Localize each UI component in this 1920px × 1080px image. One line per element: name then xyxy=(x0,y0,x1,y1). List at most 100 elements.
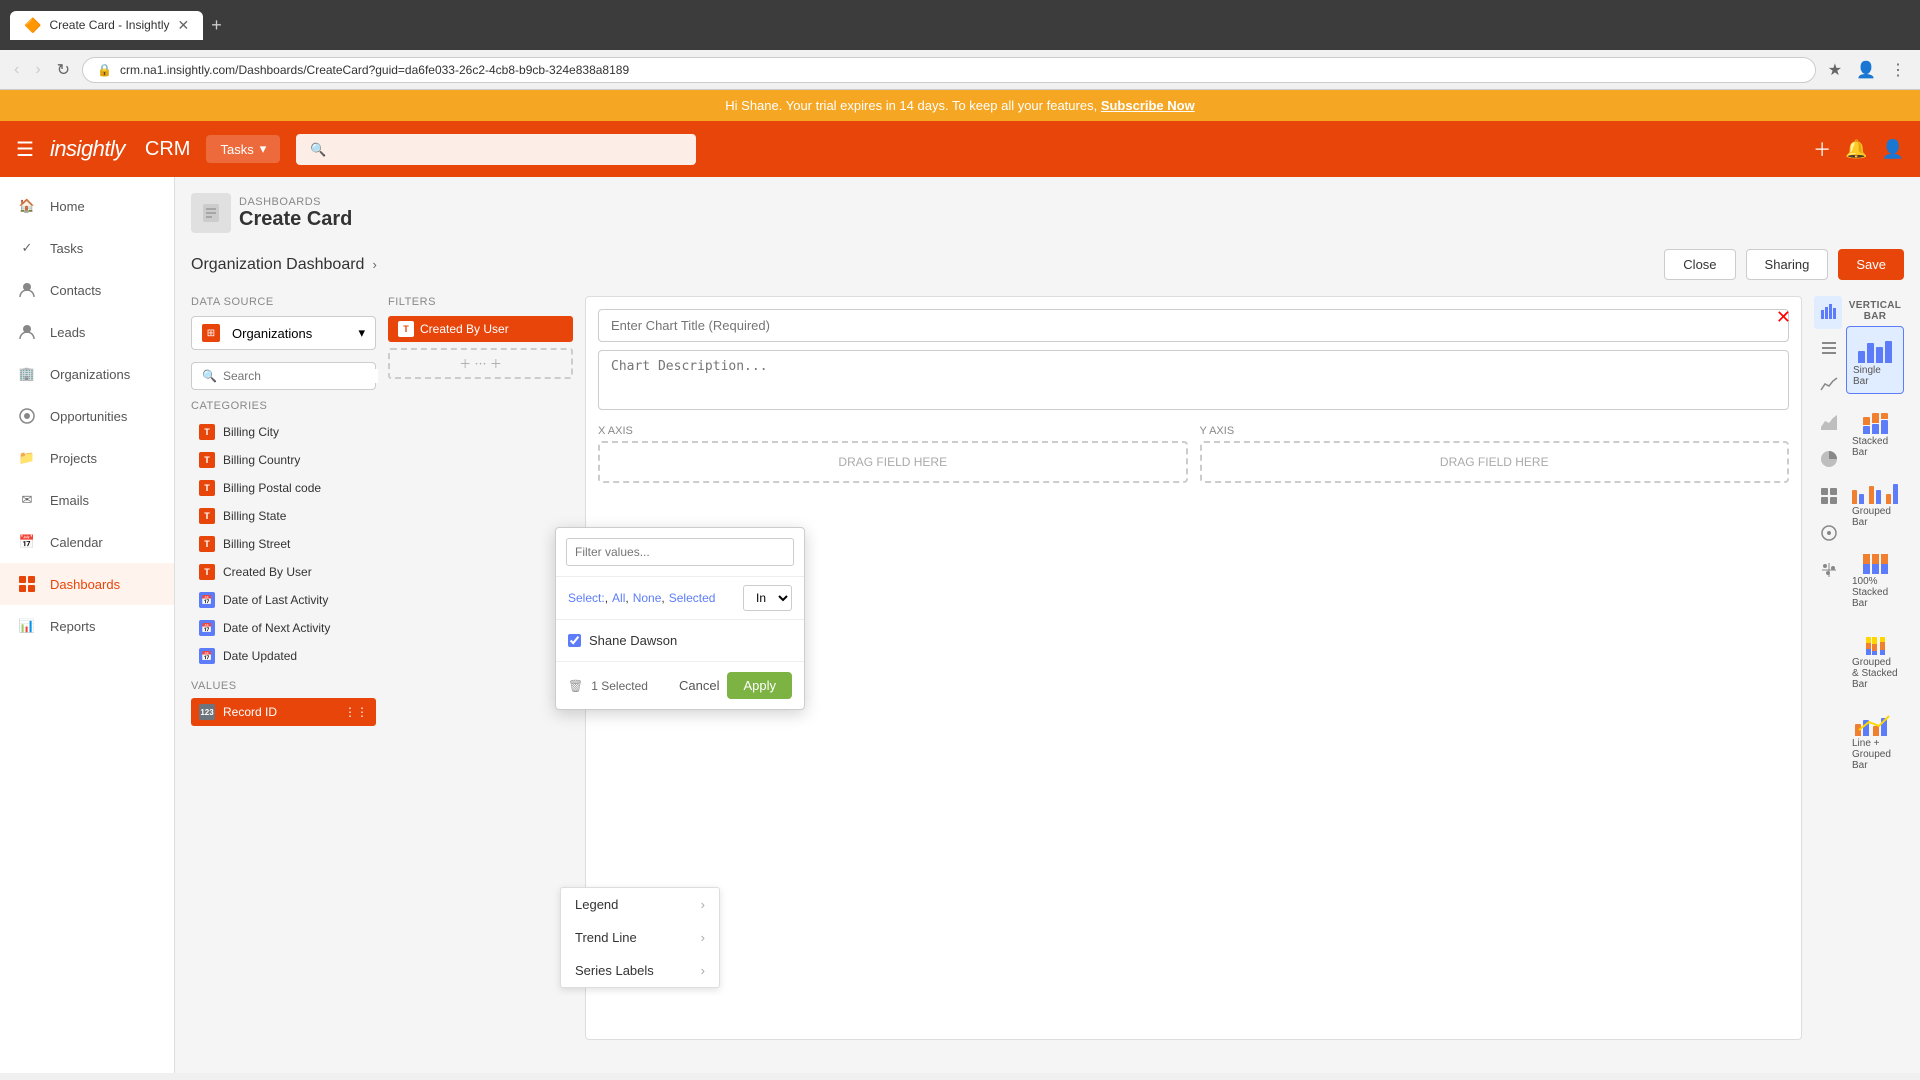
sidebar-item-home[interactable]: 🏠 Home xyxy=(0,185,174,227)
profile-btn[interactable]: 👤 xyxy=(1852,56,1880,84)
add-btn[interactable]: ＋ xyxy=(1813,136,1831,162)
chart-type-stacked-bar[interactable]: Stacked Bar xyxy=(1846,398,1904,464)
sidebar-label-contacts: Contacts xyxy=(50,283,101,298)
sidebar-item-reports[interactable]: 📊 Reports xyxy=(0,605,174,647)
sharing-btn[interactable]: Sharing xyxy=(1746,249,1829,280)
select-selected-link[interactable]: Selected xyxy=(669,591,716,605)
list-sidebar-icon[interactable] xyxy=(1814,333,1842,366)
chart-type-100-stacked-bar[interactable]: 100% Stacked Bar xyxy=(1846,538,1904,615)
context-menu-trend-line[interactable]: Trend Line › xyxy=(561,921,719,954)
filter-count: 🗑 1 Selected xyxy=(568,679,648,693)
category-label: Date of Next Activity xyxy=(223,621,330,635)
chart-type-single-bar[interactable]: Single Bar xyxy=(1846,326,1904,394)
shane-dawson-checkbox[interactable] xyxy=(568,634,581,647)
x-axis-label: X AXIS xyxy=(598,425,1188,437)
user-avatar-btn[interactable]: 👤 xyxy=(1882,139,1904,160)
subscribe-link[interactable]: Subscribe Now xyxy=(1101,98,1195,113)
browser-chrome: 🔶 Create Card - Insightly ✕ + xyxy=(0,0,1920,50)
chart-desc-input[interactable] xyxy=(598,350,1789,410)
grid-sidebar-icon[interactable] xyxy=(1814,481,1842,514)
new-tab-btn[interactable]: + xyxy=(211,15,222,36)
tasks-dropdown-btn[interactable]: Tasks ▾ xyxy=(206,135,280,163)
emails-icon: ✉ xyxy=(16,489,38,511)
value-record-id[interactable]: 123 Record ID ⋮⋮ xyxy=(191,698,376,726)
filter-chip-created-by[interactable]: T Created By User xyxy=(388,316,573,342)
filter-in-select[interactable]: In xyxy=(743,585,792,611)
save-btn[interactable]: Save xyxy=(1838,249,1904,280)
category-billing-state[interactable]: T Billing State xyxy=(191,502,376,530)
category-date-last-activity[interactable]: 📅 Date of Last Activity xyxy=(191,586,376,614)
menu-btn[interactable]: ⋮ xyxy=(1886,56,1910,84)
bookmark-btn[interactable]: ★ xyxy=(1824,56,1846,84)
org-dashboard-link[interactable]: Organization Dashboard xyxy=(191,256,364,274)
sidebar-item-tasks[interactable]: ✓ Tasks xyxy=(0,227,174,269)
x-drop-zone[interactable]: DRAG FIELD HERE xyxy=(598,441,1188,483)
filter-select-links: Select: All None Selected xyxy=(568,591,715,605)
scatter-sidebar-icon[interactable] xyxy=(1814,555,1842,588)
url-display: crm.na1.insightly.com/Dashboards/CreateC… xyxy=(120,63,1801,77)
category-date-updated[interactable]: 📅 Date Updated xyxy=(191,642,376,670)
filter-add-btn[interactable]: ＋ ⋯ ＋ xyxy=(388,348,573,379)
gauge-sidebar-icon[interactable] xyxy=(1814,518,1842,551)
select-all-link[interactable]: All xyxy=(612,591,629,605)
app-header: ☰ insightly CRM Tasks ▾ ＋ 🔔 👤 xyxy=(0,121,1920,177)
filter-values-search-input[interactable] xyxy=(566,538,794,566)
global-search-input[interactable] xyxy=(296,134,696,165)
filter-chip-icon: T xyxy=(398,321,414,337)
trial-text: Hi Shane. Your trial expires in 14 days.… xyxy=(725,98,1097,113)
sidebar-item-leads[interactable]: Leads xyxy=(0,311,174,353)
bar-chart-sidebar-icon[interactable] xyxy=(1814,296,1842,329)
data-source-dropdown[interactable]: ⊞ Organizations ▾ xyxy=(191,316,376,350)
x-axis-col: X AXIS DRAG FIELD HERE xyxy=(598,425,1188,483)
close-btn[interactable]: Close xyxy=(1664,249,1735,280)
category-billing-country[interactable]: T Billing Country xyxy=(191,446,376,474)
back-btn[interactable]: ‹ xyxy=(10,57,23,83)
chart-type-grouped-bar[interactable]: Grouped Bar xyxy=(1846,468,1904,534)
filter-cancel-btn[interactable]: Cancel xyxy=(679,672,719,699)
category-date-next-activity[interactable]: 📅 Date of Next Activity xyxy=(191,614,376,642)
x-drop-text: DRAG FIELD HERE xyxy=(838,455,947,469)
trend-line-label: Trend Line xyxy=(575,930,637,945)
category-search-input[interactable] xyxy=(223,369,378,383)
category-billing-city[interactable]: T Billing City xyxy=(191,418,376,446)
chart-title-input[interactable] xyxy=(598,309,1789,342)
notifications-btn[interactable]: 🔔 xyxy=(1845,139,1867,160)
sidebar-item-dashboards[interactable]: Dashboards xyxy=(0,563,174,605)
filter-trash-icon[interactable]: 🗑 xyxy=(568,679,583,693)
sidebar-label-calendar: Calendar xyxy=(50,535,103,550)
filter-chip-label: Created By User xyxy=(420,322,509,336)
line-sidebar-icon[interactable] xyxy=(1814,370,1842,403)
sidebar-item-contacts[interactable]: Contacts xyxy=(0,269,174,311)
context-menu-legend[interactable]: Legend › xyxy=(561,888,719,921)
address-bar[interactable]: 🔒 crm.na1.insightly.com/Dashboards/Creat… xyxy=(82,57,1816,83)
context-menu-series-labels[interactable]: Series Labels › xyxy=(561,954,719,987)
line-grouped-bar-icon xyxy=(1855,706,1895,736)
sidebar-item-opportunities[interactable]: Opportunities xyxy=(0,395,174,437)
pie-sidebar-icon[interactable] xyxy=(1814,444,1842,477)
drag-handle-icon: ⋮⋮ xyxy=(344,705,368,719)
reload-btn[interactable]: ↻ xyxy=(53,56,74,84)
hamburger-menu-btn[interactable]: ☰ xyxy=(16,137,34,162)
category-search-box[interactable]: 🔍 xyxy=(191,362,376,390)
chart-type-grouped-stacked-bar[interactable]: Grouped & Stacked Bar xyxy=(1846,619,1904,696)
tab-close-btn[interactable]: ✕ xyxy=(177,17,189,34)
category-billing-street[interactable]: T Billing Street xyxy=(191,530,376,558)
y-axis-label: Y AXIS xyxy=(1200,425,1790,437)
sidebar-item-emails[interactable]: ✉ Emails xyxy=(0,479,174,521)
area-sidebar-icon[interactable] xyxy=(1814,407,1842,440)
sidebar-item-projects[interactable]: 📁 Projects xyxy=(0,437,174,479)
chart-type-line-grouped-bar[interactable]: Line + Grouped Bar xyxy=(1846,700,1904,777)
category-created-by-user[interactable]: T Created By User xyxy=(191,558,376,586)
filter-list-item[interactable]: Shane Dawson xyxy=(568,628,792,653)
value-label: Record ID xyxy=(223,705,277,719)
category-billing-postal[interactable]: T Billing Postal code xyxy=(191,474,376,502)
forward-btn[interactable]: › xyxy=(31,57,44,83)
sidebar-item-organizations[interactable]: 🏢 Organizations xyxy=(0,353,174,395)
y-drop-zone[interactable]: DRAG FIELD HERE xyxy=(1200,441,1790,483)
select-none-link[interactable]: None xyxy=(633,591,665,605)
grouped-stacked-label: Grouped & Stacked Bar xyxy=(1852,657,1898,690)
filter-apply-btn[interactable]: Apply xyxy=(727,672,792,699)
tab-title: Create Card - Insightly xyxy=(49,18,169,32)
browser-tab[interactable]: 🔶 Create Card - Insightly ✕ xyxy=(10,11,203,40)
sidebar-item-calendar[interactable]: 📅 Calendar xyxy=(0,521,174,563)
